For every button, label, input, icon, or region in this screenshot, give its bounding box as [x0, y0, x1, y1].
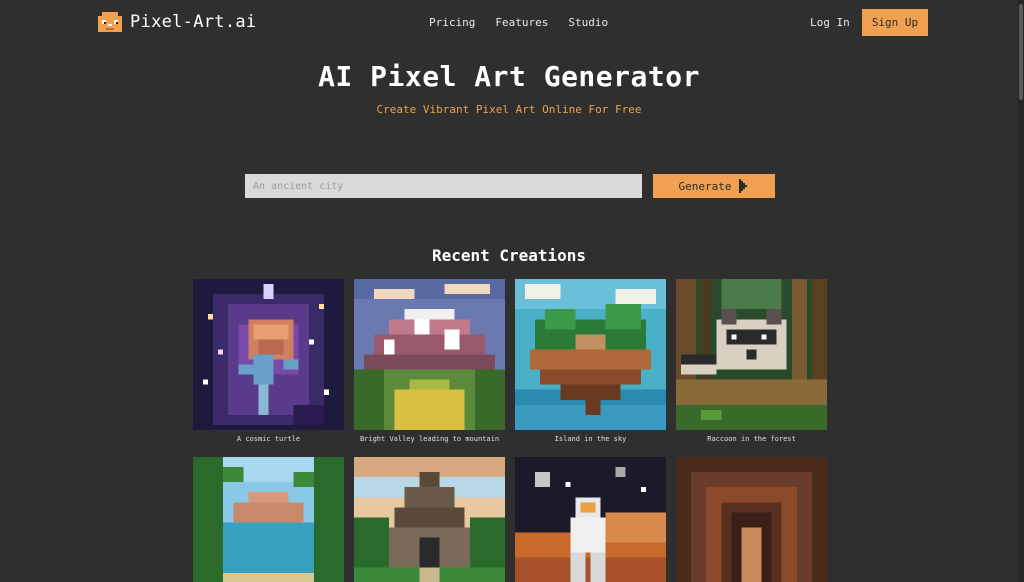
logo-text: Pixel-Art.ai: [130, 12, 257, 32]
gallery-card[interactable]: [515, 457, 666, 582]
generate-button-label: Generate: [678, 179, 732, 193]
nav-studio[interactable]: Studio: [568, 16, 608, 29]
card-caption: Bright Valley leading to mountain: [359, 435, 500, 443]
raccoon-forest-image: [676, 279, 827, 430]
gallery-card[interactable]: [354, 457, 505, 582]
card-caption: Island in the sky: [554, 435, 627, 443]
signup-button[interactable]: Sign Up: [862, 9, 928, 36]
card-caption: Raccoon in the forest: [707, 435, 796, 443]
logo[interactable]: Pixel-Art.ai: [98, 12, 256, 32]
gallery-card[interactable]: Island in the sky: [515, 279, 666, 443]
page-scrollbar[interactable]: [1018, 0, 1024, 582]
nav-pricing[interactable]: Pricing: [429, 16, 475, 29]
login-link[interactable]: Log In: [810, 16, 850, 29]
prompt-input[interactable]: [245, 174, 642, 198]
mountain-valley-image: [354, 279, 505, 430]
cat-logo-icon: [98, 12, 122, 32]
page-title: AI Pixel Art Generator: [318, 60, 700, 93]
gallery-card[interactable]: Bright Valley leading to mountain: [354, 279, 505, 443]
gallery-card[interactable]: Raccoon in the forest: [676, 279, 827, 443]
gallery-card[interactable]: [676, 457, 827, 582]
astronaut-planet-image: [515, 457, 666, 582]
scrollbar-thumb[interactable]: [1019, 4, 1023, 100]
sky-island-image: [515, 279, 666, 430]
pixel-cursor-icon: [739, 179, 748, 193]
site-header: Pixel-Art.ai Pricing Features Studio Log…: [0, 0, 1024, 46]
cosmic-turtle-image: [193, 279, 344, 430]
generate-button[interactable]: Generate: [653, 174, 775, 198]
card-caption: A cosmic turtle: [236, 435, 301, 443]
main-nav: Pricing Features Studio: [429, 16, 608, 29]
nav-features[interactable]: Features: [495, 16, 548, 29]
gallery-card[interactable]: A cosmic turtle: [193, 279, 344, 443]
recent-creations-heading: Recent Creations: [431, 246, 587, 265]
tropical-lagoon-image: [193, 457, 344, 582]
page-subtitle: Create Vibrant Pixel Art Online For Free: [376, 103, 642, 116]
gallery-card[interactable]: [193, 457, 344, 582]
stone-tunnel-image: [676, 457, 827, 582]
jungle-temple-image: [354, 457, 505, 582]
